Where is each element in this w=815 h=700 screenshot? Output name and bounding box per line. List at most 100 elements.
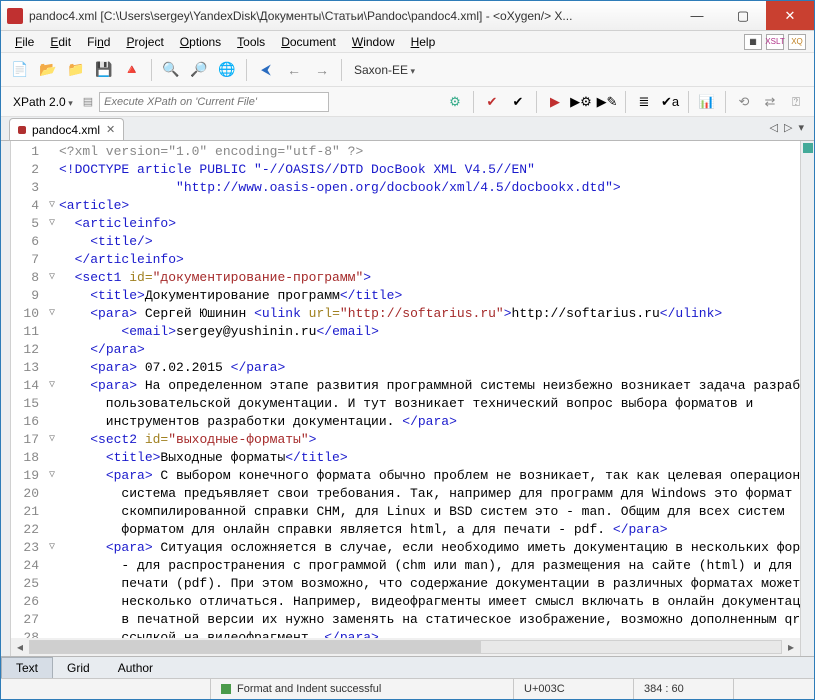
line-content[interactable]: <para> Ситуация осложняется в случае, ес… — [59, 539, 800, 557]
fold-icon[interactable]: ▽ — [45, 539, 59, 557]
code-editor[interactable]: 1<?xml version="1.0" encoding="utf-8" ?>… — [11, 141, 800, 656]
run-config-icon[interactable]: ▶⚙ — [571, 92, 591, 112]
scroll-thumb[interactable] — [30, 641, 481, 653]
menu-window[interactable]: Window — [346, 33, 401, 51]
menu-file[interactable]: File — [9, 33, 40, 51]
code-line[interactable]: 17▽ <sect2 id="выходные-форматы"> — [11, 431, 800, 449]
fold-icon[interactable]: ▽ — [45, 431, 59, 449]
menu-options[interactable]: Options — [174, 33, 227, 51]
tab-next-icon[interactable]: ▷ — [784, 121, 792, 134]
line-content[interactable]: <?xml version="1.0" encoding="utf-8" ?> — [59, 143, 800, 161]
line-content[interactable]: <sect1 id="документирование-программ"> — [59, 269, 800, 287]
line-content[interactable]: <!DOCTYPE article PUBLIC "-//OASIS//DTD … — [59, 161, 800, 179]
doc-type-icon[interactable]: 🔺 — [121, 59, 143, 81]
code-line[interactable]: 20 система предъявляет свои требования. … — [11, 485, 800, 503]
tab-list-icon[interactable]: ▾ — [798, 121, 804, 134]
mode-text[interactable]: Text — [1, 657, 53, 678]
code-line[interactable]: 16 инструментов разработки документации.… — [11, 413, 800, 431]
redo-arrow-icon[interactable]: → — [311, 59, 333, 81]
code-line[interactable]: 28 ссылкой на видеофрагмент. </para> — [11, 629, 800, 638]
file-tab[interactable]: pandoc4.xml ✕ — [9, 118, 124, 140]
help-circle-icon[interactable]: ⍰ — [786, 92, 806, 112]
back-icon[interactable]: ⮜ — [255, 59, 277, 81]
menu-help[interactable]: Help — [405, 33, 442, 51]
new-icon[interactable]: 📄 — [9, 59, 31, 81]
line-content[interactable]: форматом для онлайн справки является htm… — [59, 521, 800, 539]
scroll-right-icon[interactable]: ▸ — [782, 640, 800, 654]
undo-arrow-icon[interactable]: ← — [283, 59, 305, 81]
validate-config-icon[interactable]: ✔ — [508, 92, 528, 112]
line-content[interactable]: <para> С выбором конечного формата обычн… — [59, 467, 800, 485]
fold-icon[interactable]: ▽ — [45, 377, 59, 395]
line-content[interactable]: скомпилированной справки CHM, для Linux … — [59, 503, 800, 521]
code-line[interactable]: 19▽ <para> С выбором конечного формата о… — [11, 467, 800, 485]
xpath-input[interactable] — [99, 92, 329, 112]
code-line[interactable]: 27 в печатной версии их нужно заменять н… — [11, 611, 800, 629]
fold-icon[interactable]: ▽ — [45, 305, 59, 323]
code-line[interactable]: 26 несколько отличаться. Например, видео… — [11, 593, 800, 611]
code-line[interactable]: 11 <email>sergey@yushinin.ru</email> — [11, 323, 800, 341]
browse-icon[interactable]: 🌐 — [216, 59, 238, 81]
code-line[interactable]: 13 <para> 07.02.2015 </para> — [11, 359, 800, 377]
spell-icon[interactable]: ✔a — [660, 92, 680, 112]
line-content[interactable]: печати (pdf). При этом возможно, что сод… — [59, 575, 800, 593]
open-folder-icon[interactable]: 📁 — [65, 59, 87, 81]
mode-grid[interactable]: Grid — [53, 658, 104, 678]
run-icon[interactable]: ▶ — [545, 92, 565, 112]
code-line[interactable]: 10▽ <para> Сергей Юшинин <ulink url="htt… — [11, 305, 800, 323]
code-line[interactable]: 23▽ <para> Ситуация осложняется в случае… — [11, 539, 800, 557]
close-tab-icon[interactable]: ✕ — [106, 123, 115, 136]
debug-icon[interactable]: ▶✎ — [597, 92, 617, 112]
line-content[interactable]: <title>Выходные форматы</title> — [59, 449, 800, 467]
fold-icon[interactable]: ▽ — [45, 467, 59, 485]
tab-prev-icon[interactable]: ◁ — [770, 121, 778, 134]
code-line[interactable]: 18 <title>Выходные форматы</title> — [11, 449, 800, 467]
close-button[interactable]: ✕ — [766, 1, 814, 30]
line-content[interactable]: в печатной версии их нужно заменять на с… — [59, 611, 800, 629]
scroll-track[interactable] — [29, 640, 782, 654]
gear-icon[interactable]: ⚙ — [445, 92, 465, 112]
code-line[interactable]: 25 печати (pdf). При этом возможно, что … — [11, 575, 800, 593]
menu-document[interactable]: Document — [275, 33, 342, 51]
fold-icon[interactable]: ▽ — [45, 269, 59, 287]
line-content[interactable]: <para> 07.02.2015 </para> — [59, 359, 800, 377]
code-line[interactable]: 3 "http://www.oasis-open.org/docbook/xml… — [11, 179, 800, 197]
line-content[interactable]: <sect2 id="выходные-форматы"> — [59, 431, 800, 449]
code-body[interactable]: 1<?xml version="1.0" encoding="utf-8" ?>… — [11, 141, 800, 638]
transformer-dropdown[interactable]: Saxon-EE — [350, 63, 419, 77]
line-content[interactable]: система предъявляет свои требования. Так… — [59, 485, 800, 503]
menu-tools[interactable]: Tools — [231, 33, 271, 51]
line-content[interactable]: </para> — [59, 341, 800, 359]
mode-author[interactable]: Author — [104, 658, 167, 678]
right-marker-strip[interactable] — [800, 141, 814, 656]
xpath-version-dropdown[interactable]: XPath 2.0 — [9, 95, 77, 109]
horizontal-scrollbar[interactable]: ◂ ▸ — [11, 638, 800, 656]
titlebar[interactable]: pandoc4.xml [C:\Users\sergey\YandexDisk\… — [1, 1, 814, 31]
line-content[interactable]: "http://www.oasis-open.org/docbook/xml/4… — [59, 179, 800, 197]
save-icon[interactable]: 💾 — [93, 59, 115, 81]
perspective-icon[interactable]: ▦ — [744, 34, 762, 50]
line-content[interactable]: <para> На определенном этапе развития пр… — [59, 377, 800, 395]
profile-icon[interactable]: 📊 — [697, 92, 717, 112]
code-line[interactable]: 7 </articleinfo> — [11, 251, 800, 269]
search-icon[interactable]: 🔍 — [160, 59, 182, 81]
format-icon[interactable]: ≣ — [634, 92, 654, 112]
code-line[interactable]: 2<!DOCTYPE article PUBLIC "-//OASIS//DTD… — [11, 161, 800, 179]
svn-icon[interactable]: ⟲ — [734, 92, 754, 112]
diff-icon[interactable]: ⇄ — [760, 92, 780, 112]
fold-icon[interactable]: ▽ — [45, 197, 59, 215]
find-folder-icon[interactable]: 🔎 — [188, 59, 210, 81]
xq-icon[interactable]: XQ — [788, 34, 806, 50]
code-line[interactable]: 14▽ <para> На определенном этапе развити… — [11, 377, 800, 395]
line-content[interactable]: <title/> — [59, 233, 800, 251]
fold-icon[interactable]: ▽ — [45, 215, 59, 233]
line-content[interactable]: <title>Документирование программ</title> — [59, 287, 800, 305]
line-content[interactable]: инструментов разработки документации. </… — [59, 413, 800, 431]
code-line[interactable]: 6 <title/> — [11, 233, 800, 251]
code-line[interactable]: 5▽ <articleinfo> — [11, 215, 800, 233]
line-content[interactable]: пользовательской документации. И тут воз… — [59, 395, 800, 413]
menu-edit[interactable]: Edit — [44, 33, 77, 51]
minimize-button[interactable]: — — [674, 1, 720, 30]
line-content[interactable]: - для распространения с программой (chm … — [59, 557, 800, 575]
code-line[interactable]: 24 - для распространения с программой (c… — [11, 557, 800, 575]
